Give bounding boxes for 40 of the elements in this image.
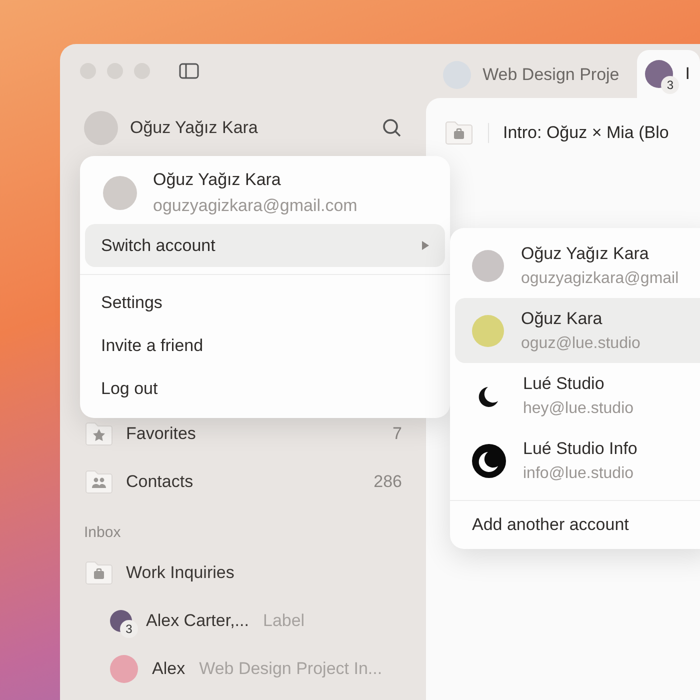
avatar xyxy=(472,314,504,346)
account-option[interactable]: Lué Studio hey@lue.studio xyxy=(455,363,700,428)
account-option[interactable]: Lué Studio Info info@lue.studio xyxy=(455,428,700,493)
sidebar-item[interactable]: Favorites xyxy=(126,424,196,444)
thread-preview: Web Design Project In... xyxy=(199,659,382,679)
account-name: Oğuz Yağız Kara xyxy=(153,170,282,190)
thread-sender[interactable]: Alex xyxy=(152,659,186,679)
count-badge: 3 xyxy=(120,620,138,638)
count-badge: 3 xyxy=(661,76,680,94)
menu-item[interactable]: Switch account xyxy=(85,224,445,267)
tab[interactable]: 3 I xyxy=(637,50,700,98)
thread-sender[interactable]: Alex Carter,... xyxy=(146,611,249,631)
crescent-moon-logo-icon xyxy=(472,444,506,478)
add-account-button[interactable]: Add another account xyxy=(455,507,646,543)
sidebar-item[interactable]: Contacts xyxy=(126,472,194,492)
search-button[interactable] xyxy=(382,118,402,138)
conversation-title: Intro: Oğuz × Mia (Blo xyxy=(503,123,669,143)
item-count: 286 xyxy=(374,472,402,492)
avatar xyxy=(103,176,137,210)
menu-item[interactable]: Invite a friend xyxy=(85,324,445,367)
star-folder-icon xyxy=(84,421,114,447)
briefcase-folder-icon xyxy=(444,120,474,146)
avatar xyxy=(110,655,138,683)
submenu-arrow-icon xyxy=(422,241,429,250)
people-folder-icon xyxy=(84,469,114,495)
account-name[interactable]: Oğuz Yağız Kara xyxy=(130,118,258,138)
account-email: oguzyagizkara@gmail.com xyxy=(153,196,358,216)
tab[interactable]: Web Design Proje xyxy=(436,52,638,98)
item-count: 7 xyxy=(392,424,402,444)
menu-item[interactable]: Log out xyxy=(85,367,445,410)
thread-preview: Label xyxy=(262,611,305,631)
account-option[interactable]: Oğuz Yağız Kara oguzyagizkara@gmail xyxy=(455,233,700,298)
sidebar-item[interactable]: Work Inquiries xyxy=(126,563,234,583)
sidebar-toggle-icon[interactable] xyxy=(179,63,199,79)
briefcase-folder-icon xyxy=(84,560,114,586)
avatar xyxy=(472,250,504,282)
account-option[interactable]: Oğuz Kara oguz@lue.studio xyxy=(455,298,700,363)
menu-item[interactable]: Settings xyxy=(85,281,445,324)
avatar xyxy=(84,111,118,145)
section-heading: Inbox xyxy=(84,524,122,541)
